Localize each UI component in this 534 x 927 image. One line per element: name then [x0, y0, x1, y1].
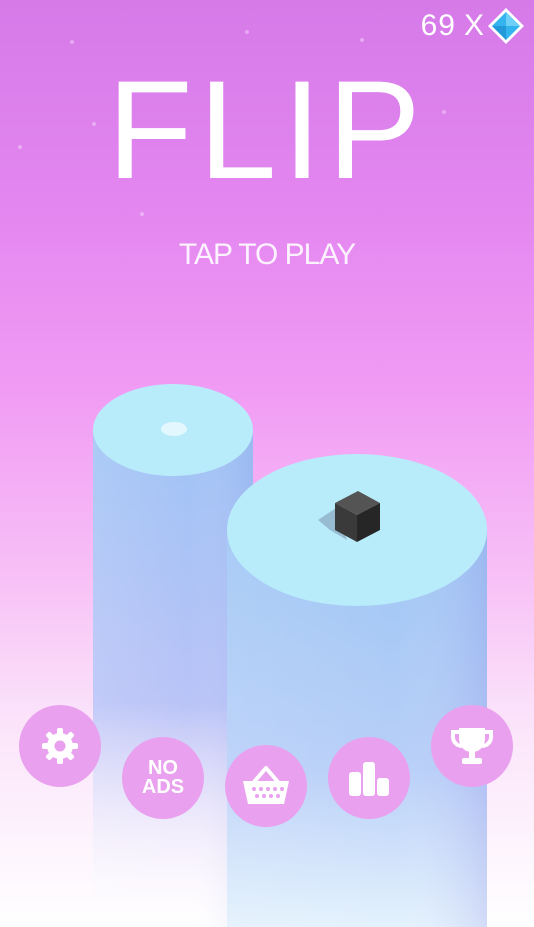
achievements-button[interactable]: [431, 705, 513, 787]
tap-to-play-prompt[interactable]: TAP TO PLAY: [0, 238, 534, 272]
basket-icon: [243, 766, 289, 804]
gear-icon: [42, 728, 78, 764]
trophy-icon: [451, 728, 493, 764]
gem-counter: 69 X: [421, 6, 526, 46]
gem-count: 69: [420, 9, 456, 42]
game-title: FLIP: [107, 51, 427, 208]
shop-button[interactable]: [225, 745, 307, 827]
no-ads-button[interactable]: NO ADS: [122, 737, 204, 819]
bar-chart-icon: [349, 762, 389, 796]
diamond-icon: [488, 8, 524, 44]
landing-target-marker: [161, 422, 187, 436]
gem-multiplier: X: [463, 9, 484, 42]
settings-button[interactable]: [19, 705, 101, 787]
leaderboard-button[interactable]: [328, 737, 410, 819]
no-ads-label: NO ADS: [141, 758, 185, 798]
no-ads-line2: ADS: [141, 776, 185, 798]
